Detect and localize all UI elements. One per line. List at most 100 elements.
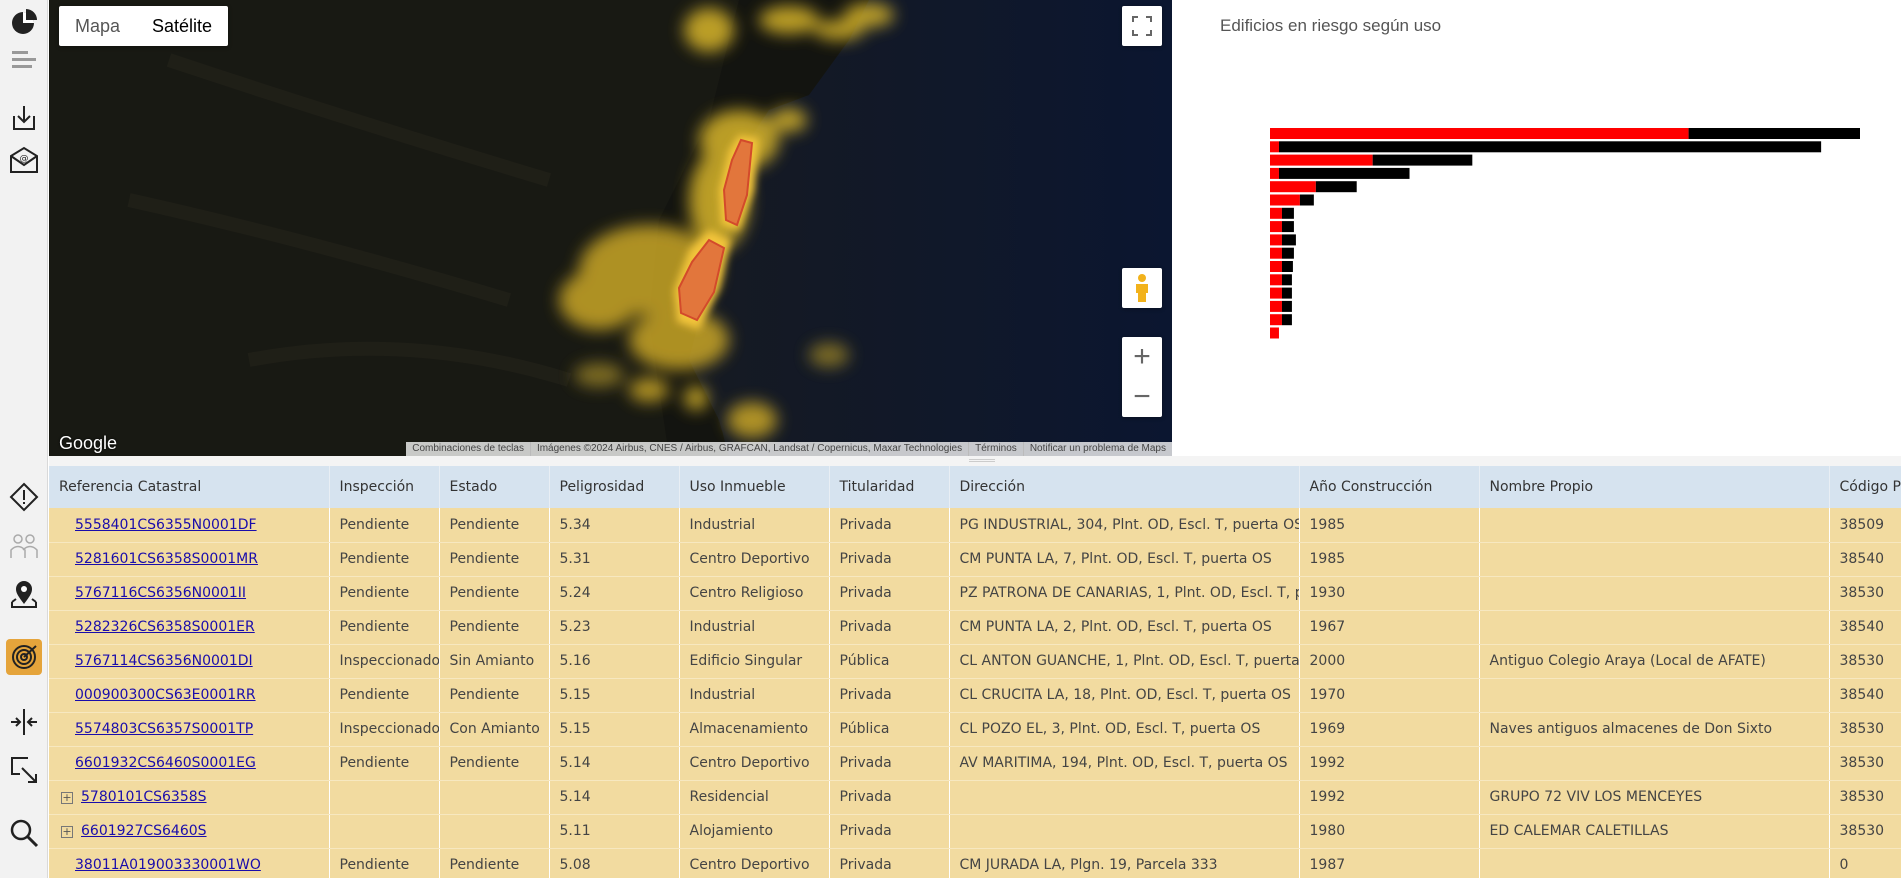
collapse-icon[interactable] xyxy=(6,704,42,740)
fullscreen-button[interactable] xyxy=(1122,6,1162,46)
column-header[interactable]: Peligrosidad xyxy=(549,466,680,508)
map-type-satellite-button[interactable]: Satélite xyxy=(136,6,228,46)
bar-series2-row4[interactable] xyxy=(1278,167,1410,179)
column-header[interactable]: Estado xyxy=(439,466,550,508)
bar-series2-row13[interactable] xyxy=(1281,287,1292,299)
search-icon[interactable] xyxy=(6,815,42,851)
cadastral-ref-link[interactable]: 5558401CS6355N0001DF xyxy=(75,517,257,533)
zoom-in-button[interactable]: + xyxy=(1133,337,1151,377)
cell-uso: Almacenamiento xyxy=(679,712,830,747)
table-row[interactable]: 6601932CS6460S0001EG Pendiente Pendiente 5.… xyxy=(49,746,1901,781)
email-icon[interactable]: @ xyxy=(6,142,42,178)
splitter-grip-icon[interactable] xyxy=(969,459,995,462)
cadastral-ref-link[interactable]: 5780101CS6358S xyxy=(81,789,207,805)
bar-series1-row7[interactable] xyxy=(1270,207,1282,219)
cadastral-ref-cell: 6601932CS6460S0001EG xyxy=(49,746,330,781)
terms-link[interactable]: Términos xyxy=(968,442,1023,456)
bar-series2-row3[interactable] xyxy=(1372,154,1473,166)
cadastral-ref-link[interactable]: 5574803CS6357S0001TP xyxy=(75,721,253,737)
bar-series2-row11[interactable] xyxy=(1281,261,1293,272)
bar-series2-row15[interactable] xyxy=(1281,314,1292,326)
bar-series2-row8[interactable] xyxy=(1281,221,1294,233)
bar-series1-row6[interactable] xyxy=(1270,194,1300,206)
bar-series2-row12[interactable] xyxy=(1281,274,1292,286)
bar-series1-row14[interactable] xyxy=(1270,300,1282,312)
column-header[interactable]: Código Po xyxy=(1829,466,1901,508)
bar-series2-row1[interactable] xyxy=(1688,128,1860,139)
warning-icon[interactable] xyxy=(6,479,42,515)
cadastral-ref-link[interactable]: 6601932CS6460S0001EG xyxy=(75,755,256,771)
pegman-button[interactable] xyxy=(1122,268,1162,308)
column-header[interactable]: Inspección xyxy=(329,466,440,508)
bar-series1-row13[interactable] xyxy=(1270,287,1282,299)
cell-nombre: GRUPO 72 VIV LOS MENCEYES xyxy=(1479,780,1830,815)
expand-row-icon[interactable]: + xyxy=(61,826,73,838)
cadastral-ref-link[interactable]: 38011A019003330001WO xyxy=(75,857,261,873)
bar-series1-row3[interactable] xyxy=(1270,154,1373,166)
bar-series2-row6[interactable] xyxy=(1299,194,1314,206)
fullscreen-icon xyxy=(1132,16,1152,36)
column-header[interactable]: Titularidad xyxy=(829,466,950,508)
map-type-map-button[interactable]: Mapa xyxy=(59,6,136,46)
table-row[interactable]: 5767114CS6356N0001DI Inspeccionado Sin Ami… xyxy=(49,644,1901,679)
table-row[interactable]: 38011A019003330001WO Pendiente Pendiente 5.… xyxy=(49,848,1901,878)
cadastral-ref-link[interactable]: 5767114CS6356N0001DI xyxy=(75,653,253,669)
cadastral-ref-link[interactable]: 000900300CS63E0001RR xyxy=(75,687,256,703)
cell-cp: 38540 xyxy=(1829,542,1901,577)
expand-row-icon[interactable]: + xyxy=(61,792,73,804)
layers-menu-icon[interactable] xyxy=(6,42,42,78)
bar-series1-row12[interactable] xyxy=(1270,274,1282,286)
column-header[interactable]: Nombre Propio xyxy=(1479,466,1830,508)
table-row[interactable]: 000900300CS63E0001RR Pendiente Pendiente 5.… xyxy=(49,678,1901,713)
bar-series1-row9[interactable] xyxy=(1270,234,1282,246)
table-row[interactable]: 5281601CS6358S0001MR Pendiente Pendiente 5.… xyxy=(49,542,1901,577)
bar-series1-row11[interactable] xyxy=(1270,261,1282,272)
cadastral-ref-link[interactable]: 5767116CS6356N0001II xyxy=(75,585,246,601)
download-icon[interactable] xyxy=(6,100,42,136)
bar-series1-row4[interactable] xyxy=(1270,167,1279,179)
bar-series2-row7[interactable] xyxy=(1281,207,1294,219)
table-row[interactable]: 5282326CS6358S0001ER Pendiente Pendiente 5.… xyxy=(49,610,1901,645)
cadastral-ref-link[interactable]: 5282326CS6358S0001ER xyxy=(75,619,255,635)
table-row[interactable]: 5767116CS6356N0001II Pendiente Pendiente 5.… xyxy=(49,576,1901,611)
cadastral-ref-link[interactable]: 5281601CS6358S0001MR xyxy=(75,551,258,567)
cadastral-ref-cell: 5767116CS6356N0001II xyxy=(49,576,330,611)
cadastral-ref-link[interactable]: 6601927CS6460S xyxy=(81,823,207,839)
table-row[interactable]: 5558401CS6355N0001DF Pendiente Pendiente 5.… xyxy=(49,508,1901,543)
target-icon[interactable] xyxy=(6,639,42,675)
column-header[interactable]: Dirección xyxy=(949,466,1300,508)
table-row[interactable]: 5574803CS6357S0001TP Inspeccionado Con Ami… xyxy=(49,712,1901,747)
bar-series1-row1[interactable] xyxy=(1270,128,1689,139)
bar-series2-row2[interactable] xyxy=(1278,141,1822,153)
report-problem-link[interactable]: Notificar un problema de Maps xyxy=(1022,442,1172,456)
pie-chart-icon[interactable] xyxy=(6,4,42,40)
table-row[interactable]: +6601927CS6460S 5.11 Alojamiento Privada 198… xyxy=(49,814,1901,849)
bar-series1-row8[interactable] xyxy=(1270,221,1282,233)
bar-series1-row5[interactable] xyxy=(1270,181,1316,193)
bar-series1-row16[interactable] xyxy=(1270,327,1279,339)
bar-series2-row10[interactable] xyxy=(1281,247,1294,259)
column-header[interactable]: Referencia Catastral xyxy=(49,466,330,508)
keyboard-shortcuts-link[interactable]: Combinaciones de teclas xyxy=(406,442,530,456)
panel-splitter[interactable] xyxy=(49,456,1901,466)
bar-series1-row15[interactable] xyxy=(1270,314,1282,326)
cell-anio: 1930 xyxy=(1299,576,1480,611)
table-row[interactable]: +5780101CS6358S 5.14 Residencial Privada 199… xyxy=(49,780,1901,815)
column-header[interactable]: Año Construcción xyxy=(1299,466,1480,508)
cell-tit: Privada xyxy=(829,780,950,815)
select-area-icon[interactable] xyxy=(6,752,42,788)
people-icon[interactable] xyxy=(6,528,42,564)
cadastral-ref-cell: +5780101CS6358S xyxy=(49,780,330,815)
cell-insp: Pendiente xyxy=(329,848,440,878)
map-pin-icon[interactable] xyxy=(6,576,42,612)
bar-series2-row14[interactable] xyxy=(1281,300,1292,312)
bar-series2-row5[interactable] xyxy=(1315,181,1357,193)
satellite-heatmap[interactable]: Mapa Satélite + − Google Combinaciones d… xyxy=(49,0,1172,456)
zoom-out-button[interactable]: − xyxy=(1133,377,1151,417)
bar-series2-row9[interactable] xyxy=(1281,234,1296,246)
bar-series1-row2[interactable] xyxy=(1270,141,1279,153)
bar-series1-row10[interactable] xyxy=(1270,247,1282,259)
column-header[interactable]: Uso Inmueble xyxy=(679,466,830,508)
cell-estado: Pendiente xyxy=(439,542,550,577)
zoom-control: + − xyxy=(1122,337,1162,417)
